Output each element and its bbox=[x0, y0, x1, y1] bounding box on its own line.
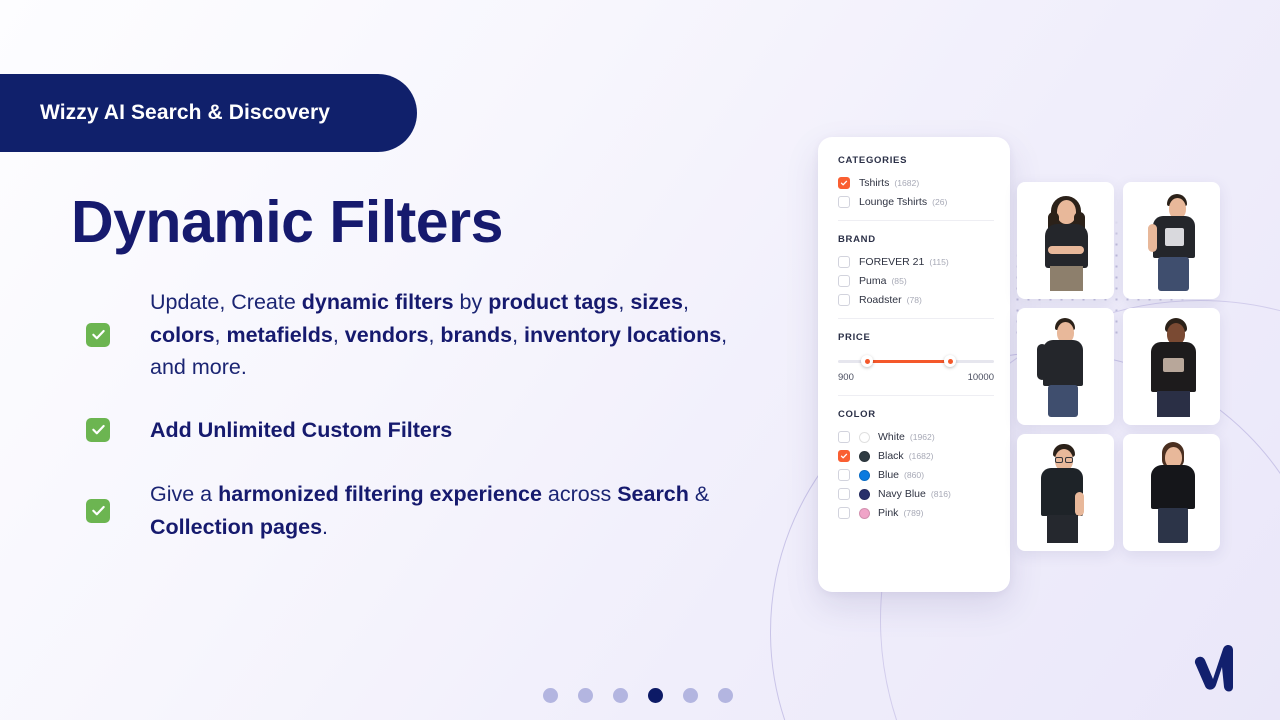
checkbox-checked-icon[interactable] bbox=[838, 450, 850, 462]
checkbox-icon[interactable] bbox=[838, 275, 850, 287]
color-swatch bbox=[859, 507, 870, 519]
checkbox-icon[interactable] bbox=[838, 256, 850, 268]
facet-option-count: (816) bbox=[930, 489, 951, 499]
product-grid bbox=[1017, 182, 1220, 551]
facet-group: BRAND FOREVER 21 (115) Puma (85) Roadster (78) bbox=[838, 234, 994, 319]
checkbox-icon[interactable] bbox=[838, 469, 850, 481]
wizzy-logo bbox=[1189, 641, 1261, 695]
facet-option[interactable]: Pink (789) bbox=[838, 507, 994, 519]
slider-handle-min[interactable] bbox=[861, 355, 874, 367]
pagination-dot-active[interactable] bbox=[648, 688, 663, 703]
page-title: Dynamic Filters bbox=[71, 189, 503, 255]
facet-group: COLOR White (1962) Black (1682) Blue (860) Navy… bbox=[838, 409, 994, 531]
facet-option-count: (85) bbox=[891, 276, 907, 286]
check-icon bbox=[86, 417, 110, 442]
product-image bbox=[1017, 434, 1114, 551]
facet-option-label: Roadster bbox=[859, 294, 902, 306]
slider-handle-max[interactable] bbox=[944, 355, 957, 367]
facet-option-label: Lounge Tshirts bbox=[859, 196, 928, 208]
feature-bullet: Give a harmonized filtering experience a… bbox=[86, 478, 746, 543]
check-icon bbox=[86, 322, 110, 347]
facet-option-count: (78) bbox=[906, 295, 922, 305]
facet-option-label: Black bbox=[878, 450, 904, 462]
product-card[interactable] bbox=[1017, 308, 1114, 425]
product-card[interactable] bbox=[1123, 182, 1220, 299]
product-image bbox=[1017, 308, 1114, 425]
product-image bbox=[1017, 182, 1114, 299]
facet-option-count: (860) bbox=[904, 470, 925, 480]
pagination-dot[interactable] bbox=[543, 688, 558, 703]
facet-option-label: Blue bbox=[878, 469, 900, 481]
product-image bbox=[1123, 434, 1220, 551]
product-card[interactable] bbox=[1123, 434, 1220, 551]
facet-option-label: Pink bbox=[878, 507, 899, 519]
brand-badge-label: Wizzy AI Search & Discovery bbox=[40, 101, 331, 124]
pagination-dot[interactable] bbox=[578, 688, 593, 703]
facet-option[interactable]: Black (1682) bbox=[838, 450, 994, 462]
check-icon bbox=[86, 498, 110, 523]
facet-option-label: Navy Blue bbox=[878, 488, 926, 500]
product-card[interactable] bbox=[1017, 182, 1114, 299]
pagination-dot[interactable] bbox=[613, 688, 628, 703]
facet-option-count: (1682) bbox=[908, 451, 934, 461]
brand-badge: Wizzy AI Search & Discovery bbox=[0, 74, 417, 152]
product-card[interactable] bbox=[1123, 308, 1220, 425]
facet-option[interactable]: Blue (860) bbox=[838, 469, 994, 481]
facet-option-count: (26) bbox=[932, 197, 948, 207]
color-swatch bbox=[859, 431, 870, 443]
product-image bbox=[1123, 308, 1220, 425]
facet-option-count: (1682) bbox=[894, 178, 920, 188]
feature-bullet: Update, Create dynamic filters by produc… bbox=[86, 286, 746, 384]
checkbox-icon[interactable] bbox=[838, 196, 850, 208]
wizzy-logo-icon bbox=[1194, 644, 1233, 692]
color-swatch bbox=[859, 450, 870, 462]
pagination-dot[interactable] bbox=[718, 688, 733, 703]
facet-group: PRICE 900 10000 bbox=[838, 332, 994, 396]
facet-title: BRAND bbox=[838, 234, 876, 245]
facet-option-label: White bbox=[878, 431, 905, 443]
checkbox-icon[interactable] bbox=[838, 431, 850, 443]
price-max-label: 10000 bbox=[967, 372, 994, 383]
feature-bullet-text: Give a harmonized filtering experience a… bbox=[150, 482, 710, 539]
facet-option[interactable]: White (1962) bbox=[838, 431, 994, 443]
checkbox-icon[interactable] bbox=[838, 488, 850, 500]
checkbox-checked-icon[interactable] bbox=[838, 177, 850, 189]
facet-option-count: (1962) bbox=[909, 432, 935, 442]
product-card[interactable] bbox=[1017, 434, 1114, 551]
facet-option[interactable]: Roadster (78) bbox=[838, 294, 994, 306]
feature-bullet-text: Update, Create dynamic filters by produc… bbox=[150, 290, 728, 379]
feature-bullet-list: Update, Create dynamic filters by produc… bbox=[86, 286, 746, 543]
facet-group: CATEGORIES Tshirts (1682) Lounge Tshirts (26… bbox=[838, 155, 994, 221]
checkbox-icon[interactable] bbox=[838, 294, 850, 306]
facet-option-label: Tshirts bbox=[859, 177, 890, 189]
facet-option[interactable]: Lounge Tshirts (26) bbox=[838, 196, 994, 208]
feature-bullet: Add Unlimited Custom Filters bbox=[86, 414, 746, 447]
color-swatch bbox=[859, 469, 870, 481]
facet-option[interactable]: Navy Blue (816) bbox=[838, 488, 994, 500]
color-swatch bbox=[859, 488, 870, 500]
pagination-dots bbox=[543, 688, 733, 703]
facet-option-label: FOREVER 21 bbox=[859, 256, 925, 268]
feature-bullet-text: Add Unlimited Custom Filters bbox=[150, 417, 453, 442]
price-range-slider[interactable] bbox=[838, 354, 994, 368]
facet-title: COLOR bbox=[838, 409, 876, 420]
facet-option[interactable]: Tshirts (1682) bbox=[838, 177, 994, 189]
checkbox-icon[interactable] bbox=[838, 507, 850, 519]
price-labels: 900 10000 bbox=[838, 372, 994, 383]
facet-option[interactable]: Puma (85) bbox=[838, 275, 994, 287]
slider-fill bbox=[866, 360, 951, 363]
price-min-label: 900 bbox=[838, 372, 854, 383]
facet-title: CATEGORIES bbox=[838, 155, 908, 166]
facet-option-count: (789) bbox=[903, 508, 924, 518]
facet-option-count: (115) bbox=[929, 257, 949, 267]
facet-title: PRICE bbox=[838, 332, 871, 343]
pagination-dot[interactable] bbox=[683, 688, 698, 703]
product-image bbox=[1123, 182, 1220, 299]
filter-panel: CATEGORIES Tshirts (1682) Lounge Tshirts (26… bbox=[818, 137, 1010, 592]
facet-option[interactable]: FOREVER 21 (115) bbox=[838, 256, 994, 268]
facet-option-label: Puma bbox=[859, 275, 887, 287]
